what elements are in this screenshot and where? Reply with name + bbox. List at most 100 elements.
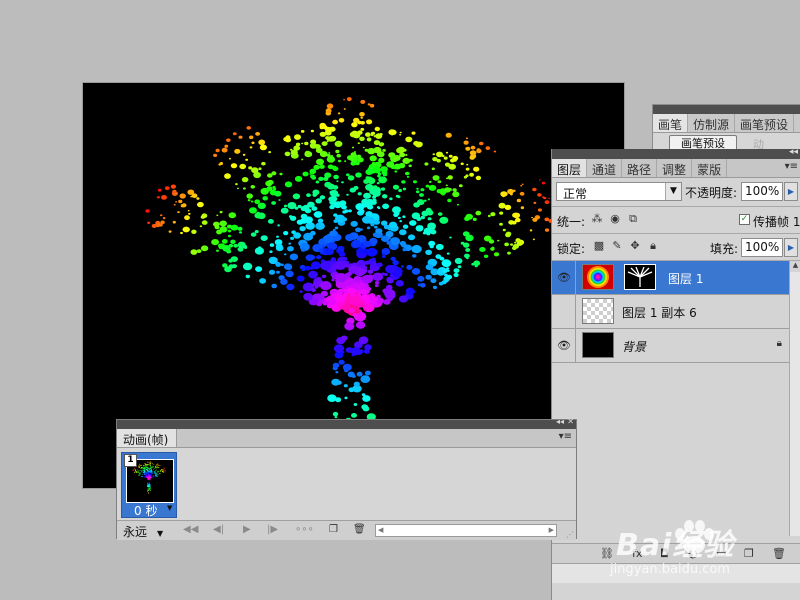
opacity-input[interactable]: 100% <box>741 182 783 201</box>
link-layers-icon[interactable]: ⛓ <box>600 547 614 560</box>
layers-horizontal-scrollbar[interactable] <box>552 563 800 583</box>
particle-dot <box>159 465 160 467</box>
unify-position-icon[interactable]: ⁂ <box>590 212 604 226</box>
particle-dot <box>311 288 316 292</box>
layers-vertical-scrollbar[interactable]: ▲ <box>789 261 800 536</box>
layer-row-background[interactable]: 👁︎ 背景 🔒︎ <box>552 329 792 363</box>
layers-panel-titlebar[interactable]: ◂◂ <box>552 147 800 159</box>
particle-dot <box>432 285 438 290</box>
particle-dot <box>465 146 471 151</box>
adjustment-layer-icon[interactable]: ◐ <box>688 547 698 560</box>
particle-dot <box>465 234 474 242</box>
previous-frame-icon[interactable]: ◀| <box>213 524 224 535</box>
particle-dot <box>216 249 219 252</box>
play-icon[interactable]: ▶ <box>243 524 251 535</box>
resize-grip-icon[interactable]: ⋰ <box>566 530 574 539</box>
tab-animation-frames[interactable]: 动画(帧) <box>117 429 178 447</box>
visibility-toggle[interactable]: 👁︎ <box>552 329 576 362</box>
first-frame-icon[interactable]: ◀◀ <box>183 524 198 535</box>
delete-layer-icon[interactable]: 🗑︎ <box>772 547 786 560</box>
particle-dot <box>409 220 417 226</box>
layer-row-layer1[interactable]: 👁︎ 图层 1 <box>552 261 792 295</box>
particle-dot <box>386 277 394 284</box>
tab-brush[interactable]: 画笔 <box>653 114 689 132</box>
scroll-left-arrow[interactable]: ◀ <box>378 525 383 536</box>
blend-mode-select[interactable]: 正常 ▼ <box>556 182 682 201</box>
particle-dot <box>423 227 433 235</box>
layer-mask-thumbnail[interactable] <box>624 264 656 290</box>
particle-dot <box>141 474 143 475</box>
frames-horizontal-scrollbar[interactable]: ◀ ▶ <box>375 524 557 537</box>
new-layer-icon[interactable]: ❐ <box>744 547 754 560</box>
chevron-down-icon[interactable]: ▼ <box>167 504 172 512</box>
tab-paths[interactable]: 路径 <box>622 159 658 177</box>
particle-dot <box>436 189 442 194</box>
loop-options-select[interactable]: 永远 ▼ <box>123 523 163 540</box>
particle-dot <box>427 198 431 201</box>
animation-panel-titlebar[interactable]: ◂◂ ✕ <box>117 417 576 429</box>
close-icon[interactable]: ✕ <box>567 417 574 426</box>
unify-style-icon[interactable]: ⧉ <box>626 212 640 226</box>
layer-name[interactable]: 图层 1 <box>668 270 703 287</box>
tab-adjustments[interactable]: 调整 <box>657 159 693 177</box>
collapse-icon[interactable]: ◂◂ <box>789 147 798 157</box>
visibility-toggle[interactable] <box>552 295 576 328</box>
particle-dot <box>344 160 347 163</box>
particle-dot <box>280 207 289 214</box>
lock-position-icon[interactable]: ✥ <box>628 239 642 253</box>
lock-transparency-icon[interactable]: ▩ <box>592 239 606 253</box>
scroll-up-arrow[interactable]: ▲ <box>790 261 800 272</box>
tab-layers[interactable]: 图层 <box>552 159 588 177</box>
next-frame-icon[interactable]: |▶ <box>267 524 278 535</box>
particle-dot <box>149 464 151 465</box>
particle-dot <box>493 252 500 257</box>
fill-input[interactable]: 100% <box>741 238 783 257</box>
propagate-frame-checkbox[interactable]: ✓ <box>739 214 750 225</box>
visibility-toggle[interactable]: 👁︎ <box>552 261 576 294</box>
particle-dot <box>305 222 315 230</box>
particle-dot <box>163 470 164 472</box>
blend-mode-value: 正常 <box>563 187 588 201</box>
particle-dot <box>230 224 239 231</box>
particle-dot <box>311 206 318 211</box>
tab-brush-presets[interactable]: 画笔预设 <box>735 114 795 132</box>
tween-icon[interactable]: ∘∘∘ <box>295 524 314 535</box>
tab-masks[interactable]: 蒙版 <box>692 159 728 177</box>
layer-name[interactable]: 图层 1 副本 6 <box>622 304 697 321</box>
fill-slider-button[interactable]: ▶ <box>784 238 798 257</box>
layer-thumbnail[interactable] <box>582 332 614 358</box>
opacity-slider-button[interactable]: ▶ <box>784 182 798 201</box>
frame-delay[interactable]: 0 秒 <box>134 502 157 519</box>
layer-thumbnail[interactable] <box>582 264 614 290</box>
panel-menu-icon[interactable]: ▾≡ <box>559 431 572 442</box>
brush-panel-titlebar[interactable] <box>653 105 800 114</box>
layer-row-layer1-copy6[interactable]: 图层 1 副本 6 <box>552 295 792 329</box>
layer-name[interactable]: 背景 <box>622 338 646 355</box>
new-group-icon[interactable]: ▭ <box>716 547 726 560</box>
particle-dot <box>359 228 363 231</box>
particle-dot <box>389 237 401 246</box>
particle-dot <box>334 416 338 419</box>
lock-pixels-icon[interactable]: ✎ <box>610 239 624 253</box>
particle-dot <box>357 192 362 196</box>
panel-menu-icon[interactable]: ▾≡ <box>785 161 798 172</box>
particle-dot <box>175 201 177 203</box>
particle-dot <box>143 465 145 466</box>
particle-dot <box>150 462 152 463</box>
layer-thumbnail[interactable] <box>582 298 614 324</box>
layer-style-icon[interactable]: fx <box>632 547 642 560</box>
particle-dot <box>287 246 294 252</box>
animation-frame[interactable]: 1 0 秒 ▼ <box>121 452 177 518</box>
add-mask-icon[interactable]: ◘ <box>660 547 669 560</box>
particle-dot <box>355 321 366 329</box>
lock-all-icon[interactable]: 🔒︎ <box>646 239 660 253</box>
unify-visibility-icon[interactable]: ◉ <box>608 212 622 226</box>
particle-dot <box>401 180 406 184</box>
collapse-icon[interactable]: ◂◂ <box>556 417 564 426</box>
scroll-right-arrow[interactable]: ▶ <box>549 525 554 536</box>
delete-frame-icon[interactable]: 🗑︎ <box>353 524 366 535</box>
tab-channels[interactable]: 通道 <box>587 159 623 177</box>
duplicate-frame-icon[interactable]: ❐ <box>329 524 338 535</box>
tab-clone-source[interactable]: 仿制源 <box>688 114 736 132</box>
particle-dot <box>409 158 413 162</box>
